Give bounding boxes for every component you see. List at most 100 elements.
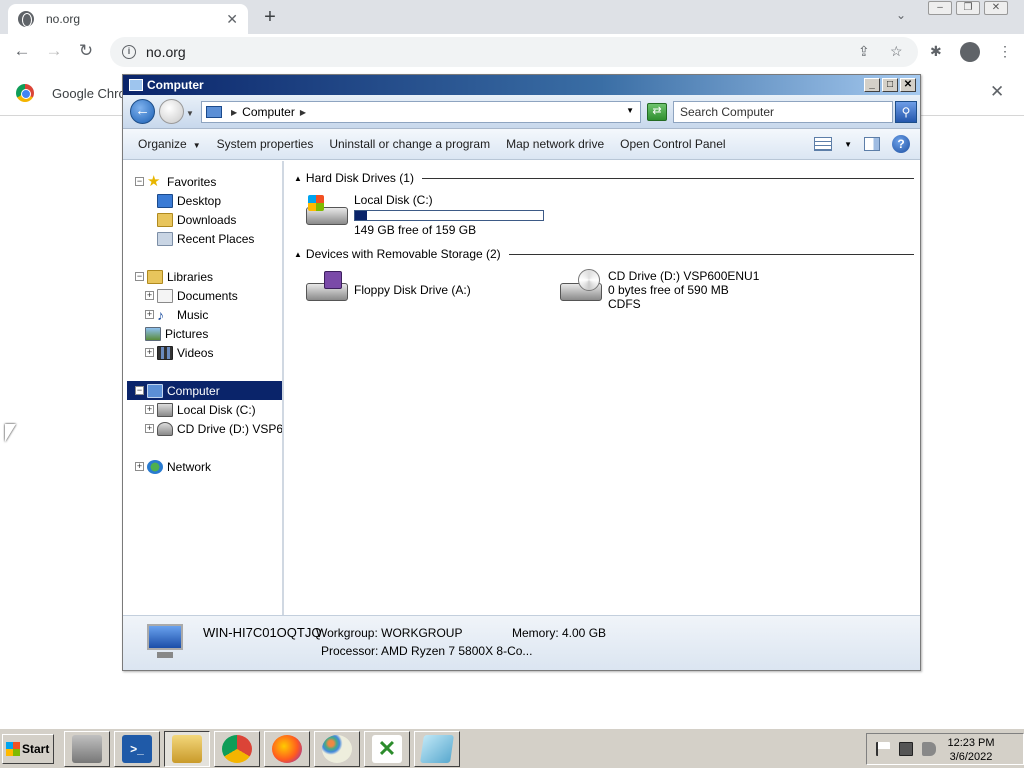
- explorer-address-box[interactable]: ▶ Computer ▶ ▼: [201, 101, 641, 123]
- help-icon[interactable]: ?: [892, 135, 910, 153]
- collapse-icon[interactable]: −: [135, 177, 144, 186]
- start-button[interactable]: Start: [2, 734, 54, 764]
- recent-pages-dropdown-icon[interactable]: ▼: [186, 109, 194, 118]
- search-icon[interactable]: ⚲: [895, 101, 917, 123]
- explorer-minimize-button[interactable]: _: [864, 78, 880, 92]
- disk-usage-fill: [355, 211, 367, 220]
- menu-dots-icon[interactable]: ⋮: [998, 43, 1012, 60]
- nav-label: Network: [167, 459, 212, 474]
- open-control-panel-button[interactable]: Open Control Panel: [620, 137, 725, 151]
- nav-label: Downloads: [177, 212, 237, 227]
- explorer-forward-button[interactable]: [159, 99, 184, 124]
- tray-clock[interactable]: 12:23 PM 3/6/2022: [945, 736, 997, 764]
- browser-tab[interactable]: no.org ✕: [8, 4, 248, 34]
- address-dropdown-icon[interactable]: ▼: [626, 106, 634, 115]
- taskbar-notepad[interactable]: [414, 731, 460, 767]
- cd-drive-icon: [558, 269, 604, 307]
- reload-icon[interactable]: ↻: [74, 41, 98, 61]
- map-network-drive-button[interactable]: Map network drive: [506, 137, 604, 151]
- nav-cd-drive[interactable]: + CD Drive (D:) VSP600ENU1: [127, 419, 282, 438]
- site-info-icon[interactable]: i: [122, 45, 136, 59]
- libraries-folder-icon: [147, 269, 163, 284]
- extensions-puzzle-icon[interactable]: ✱: [930, 43, 942, 60]
- nav-documents[interactable]: + Documents: [127, 286, 282, 305]
- taskbar-paint[interactable]: [314, 731, 360, 767]
- search-input[interactable]: Search Computer: [673, 101, 893, 123]
- explorer-back-button[interactable]: ←: [130, 99, 155, 124]
- system-properties-button[interactable]: System properties: [217, 137, 314, 151]
- taskbar-server-manager[interactable]: [64, 731, 110, 767]
- infobar-text: Google Chron: [52, 86, 133, 101]
- drive-local-disk-c[interactable]: Local Disk (C:) 149 GB free of 159 GB: [304, 193, 544, 237]
- chrome-icon: [222, 735, 252, 763]
- nav-music[interactable]: + ♪ Music: [127, 305, 282, 324]
- nav-label: Favorites: [167, 174, 217, 189]
- nav-downloads[interactable]: Downloads: [127, 210, 282, 229]
- profile-avatar-icon[interactable]: [960, 42, 980, 62]
- restore-button[interactable]: ❐: [956, 1, 980, 15]
- nav-network[interactable]: + Network: [127, 457, 282, 476]
- network-disconnected-icon[interactable]: [899, 742, 913, 756]
- bookmark-star-icon[interactable]: ☆: [890, 43, 903, 60]
- uninstall-program-button[interactable]: Uninstall or change a program: [329, 137, 490, 151]
- chevron-down-icon: ▼: [192, 141, 201, 150]
- tab-search-chevron-icon[interactable]: ⌄: [896, 8, 906, 22]
- drive-name: Floppy Disk Drive (A:): [354, 283, 471, 297]
- nav-videos[interactable]: + Videos: [127, 343, 282, 362]
- drive-cd-d[interactable]: CD Drive (D:) VSP600ENU1 0 bytes free of…: [558, 269, 759, 311]
- taskbar-explorer[interactable]: [164, 731, 210, 767]
- taskbar-firefox[interactable]: [264, 731, 310, 767]
- address-bar[interactable]: i no.org: [110, 37, 918, 67]
- expand-icon[interactable]: +: [145, 310, 154, 319]
- breadcrumb-computer[interactable]: Computer: [242, 105, 295, 119]
- taskbar-powershell[interactable]: >_: [114, 731, 160, 767]
- action-center-flag-icon[interactable]: [876, 742, 890, 756]
- tab-close-button[interactable]: ✕: [226, 11, 238, 28]
- forward-arrow-icon[interactable]: →: [42, 41, 66, 61]
- collapse-icon[interactable]: −: [135, 386, 144, 395]
- nav-computer[interactable]: − Computer: [127, 381, 282, 400]
- nav-desktop[interactable]: Desktop: [127, 191, 282, 210]
- nav-favorites[interactable]: − ★ Favorites: [127, 172, 282, 191]
- window-titlebar[interactable]: Computer _ □ ✕: [123, 75, 920, 95]
- change-view-icon[interactable]: [814, 137, 833, 151]
- collapse-icon[interactable]: −: [135, 272, 144, 281]
- expand-icon[interactable]: +: [135, 462, 144, 471]
- firefox-icon: [272, 735, 302, 763]
- workgroup: Workgroup: WORKGROUP: [316, 626, 463, 640]
- nav-libraries[interactable]: − Libraries: [127, 267, 282, 286]
- taskbar-chrome[interactable]: [214, 731, 260, 767]
- close-window-button[interactable]: ✕: [984, 1, 1008, 15]
- minimize-button[interactable]: –: [928, 1, 952, 15]
- explorer-maximize-button[interactable]: □: [882, 78, 898, 92]
- music-note-icon: ♪: [157, 306, 164, 323]
- nav-pictures[interactable]: Pictures: [127, 324, 282, 343]
- group-header-removable[interactable]: ▲ Devices with Removable Storage (2): [294, 247, 914, 261]
- explorer-close-button[interactable]: ✕: [900, 78, 916, 92]
- refresh-button[interactable]: ⇄: [647, 103, 667, 121]
- breadcrumb-separator-icon[interactable]: ▶: [231, 108, 237, 117]
- share-icon[interactable]: ⇪: [858, 43, 870, 60]
- infobar-close-button[interactable]: ✕: [990, 82, 1004, 102]
- preview-pane-icon[interactable]: [864, 137, 880, 151]
- group-header-hard-disks[interactable]: ▲ Hard Disk Drives (1): [294, 171, 914, 185]
- drive-floppy-a[interactable]: Floppy Disk Drive (A:): [304, 269, 471, 307]
- group-divider: [421, 177, 914, 179]
- organize-button[interactable]: Organize ▼: [138, 137, 201, 151]
- expand-icon[interactable]: +: [145, 424, 154, 433]
- taskbar-xbox[interactable]: ✕: [364, 731, 410, 767]
- volume-muted-icon[interactable]: [922, 742, 936, 756]
- nav-recent-places[interactable]: Recent Places: [127, 229, 282, 248]
- collapse-group-icon[interactable]: ▲: [294, 250, 302, 259]
- nav-local-disk[interactable]: + Local Disk (C:): [127, 400, 282, 419]
- breadcrumb-separator-icon[interactable]: ▶: [300, 108, 306, 117]
- collapse-group-icon[interactable]: ▲: [294, 174, 302, 183]
- new-tab-button[interactable]: +: [260, 6, 280, 29]
- expand-icon[interactable]: +: [145, 405, 154, 414]
- view-options-chevron-icon[interactable]: ▼: [844, 140, 852, 149]
- hard-disk-windows-icon: [304, 193, 350, 231]
- back-arrow-icon[interactable]: ←: [10, 41, 34, 61]
- paint-palette-icon: [322, 735, 352, 763]
- expand-icon[interactable]: +: [145, 348, 154, 357]
- expand-icon[interactable]: +: [145, 291, 154, 300]
